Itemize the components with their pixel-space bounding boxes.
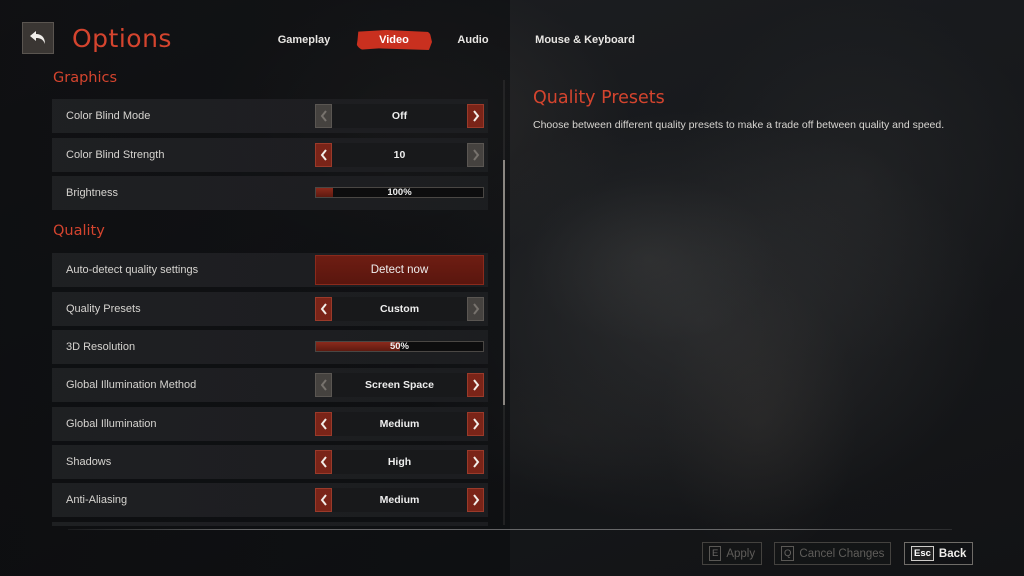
chevron-right-icon (472, 379, 479, 391)
chevron-left-icon (320, 418, 327, 430)
cancel-changes-label: Cancel Changes (799, 547, 885, 560)
slider-value: 100% (387, 187, 412, 198)
next-option-button[interactable] (467, 412, 484, 436)
previous-option-button[interactable] (315, 143, 332, 167)
selector-value: Medium (379, 494, 420, 506)
selector-value: Screen Space (365, 379, 434, 391)
back-button[interactable]: Esc Back (904, 542, 974, 565)
setting-label: Quality Presets (66, 303, 141, 315)
setting-label: Brightness (66, 187, 118, 199)
next-option-button[interactable] (467, 450, 484, 474)
setting-label: Auto-detect quality settings (66, 264, 199, 276)
next-option-button[interactable] (467, 297, 484, 321)
selector-value: Custom (379, 303, 420, 315)
anti-aliasing-selector[interactable]: Medium (315, 488, 484, 512)
previous-option-button[interactable] (315, 373, 332, 397)
selector-value: Medium (379, 418, 420, 430)
tab-mouse-keyboard[interactable]: Mouse & Keyboard (535, 30, 635, 50)
back-arrow-icon (30, 31, 45, 44)
section-title-quality: Quality (53, 223, 105, 239)
setting-label: Global Illumination (66, 418, 157, 430)
setting-row-brightness[interactable]: Brightness 100% (52, 176, 488, 210)
setting-label: Shadows (66, 456, 112, 468)
next-option-button[interactable] (467, 104, 484, 128)
chevron-left-icon (320, 379, 327, 391)
apply-label: Apply (726, 547, 756, 560)
next-option-button[interactable] (467, 373, 484, 397)
selector-value: High (387, 456, 412, 468)
chevron-right-icon (472, 303, 479, 315)
setting-row-color-blind-mode[interactable]: Color Blind Mode Off (52, 99, 488, 133)
page-title: Options (72, 24, 172, 53)
divider (68, 529, 952, 530)
setting-row-gi-method[interactable]: Global Illumination Method Screen Space (52, 368, 488, 402)
previous-option-button[interactable] (315, 450, 332, 474)
setting-row-quality-presets[interactable]: Quality Presets Custom (52, 292, 488, 326)
previous-option-button[interactable] (315, 104, 332, 128)
tab-audio[interactable]: Audio (452, 30, 494, 50)
detect-now-button[interactable]: Detect now (315, 255, 484, 285)
scrollbar-thumb[interactable] (503, 160, 505, 405)
chevron-left-icon (320, 303, 327, 315)
chevron-right-icon (472, 110, 479, 122)
setting-label: Color Blind Mode (66, 110, 151, 122)
chevron-left-icon (320, 456, 327, 468)
setting-row-anti-aliasing[interactable]: Anti-Aliasing Medium (52, 483, 488, 517)
next-option-button[interactable] (467, 488, 484, 512)
setting-label: 3D Resolution (66, 341, 136, 353)
color-blind-strength-selector[interactable]: 10 (315, 143, 484, 167)
setting-row-color-blind-strength[interactable]: Color Blind Strength 10 (52, 138, 488, 172)
section-title-graphics: Graphics (53, 70, 118, 86)
gi-method-selector[interactable]: Screen Space (315, 373, 484, 397)
setting-row-3d-resolution[interactable]: 3D Resolution 50% (52, 330, 488, 364)
apply-button[interactable]: E Apply (702, 542, 763, 565)
chevron-right-icon (472, 418, 479, 430)
shadows-selector[interactable]: High (315, 450, 484, 474)
setting-row-global-illumination[interactable]: Global Illumination Medium (52, 407, 488, 441)
setting-label: Global Illumination Method (66, 379, 197, 391)
info-description: Choose between different quality presets… (533, 119, 945, 131)
key-hint-e: E (709, 546, 722, 561)
cancel-changes-button[interactable]: Q Cancel Changes (774, 542, 892, 565)
next-option-button[interactable] (467, 143, 484, 167)
3d-resolution-slider[interactable]: 50% (315, 341, 484, 352)
key-hint-q: Q (781, 546, 795, 561)
selector-value: Off (391, 110, 408, 122)
chevron-left-icon (320, 494, 327, 506)
previous-option-button[interactable] (315, 488, 332, 512)
chevron-right-icon (472, 149, 479, 161)
chevron-right-icon (472, 456, 479, 468)
tab-gameplay[interactable]: Gameplay (271, 30, 337, 50)
setting-label: Color Blind Strength (66, 149, 165, 161)
key-hint-esc: Esc (911, 546, 934, 561)
setting-row-partial (52, 522, 488, 526)
selector-value: 10 (393, 149, 406, 161)
previous-option-button[interactable] (315, 412, 332, 436)
chevron-left-icon (320, 110, 327, 122)
settings-list[interactable]: Graphics Color Blind Mode Off Color Blin… (52, 70, 498, 526)
brightness-slider[interactable]: 100% (315, 187, 484, 198)
global-illumination-selector[interactable]: Medium (315, 412, 484, 436)
back-arrow-button[interactable] (22, 22, 54, 54)
back-label: Back (938, 547, 967, 560)
setting-row-auto-detect[interactable]: Auto-detect quality settings Detect now (52, 253, 488, 287)
info-title: Quality Presets (533, 88, 665, 108)
setting-label: Anti-Aliasing (66, 494, 128, 506)
color-blind-mode-selector[interactable]: Off (315, 104, 484, 128)
quality-presets-selector[interactable]: Custom (315, 297, 484, 321)
chevron-left-icon (320, 149, 327, 161)
setting-row-shadows[interactable]: Shadows High (52, 445, 488, 479)
slider-value: 50% (389, 341, 409, 352)
previous-option-button[interactable] (315, 297, 332, 321)
chevron-right-icon (472, 494, 479, 506)
tab-video[interactable]: Video (356, 30, 432, 50)
